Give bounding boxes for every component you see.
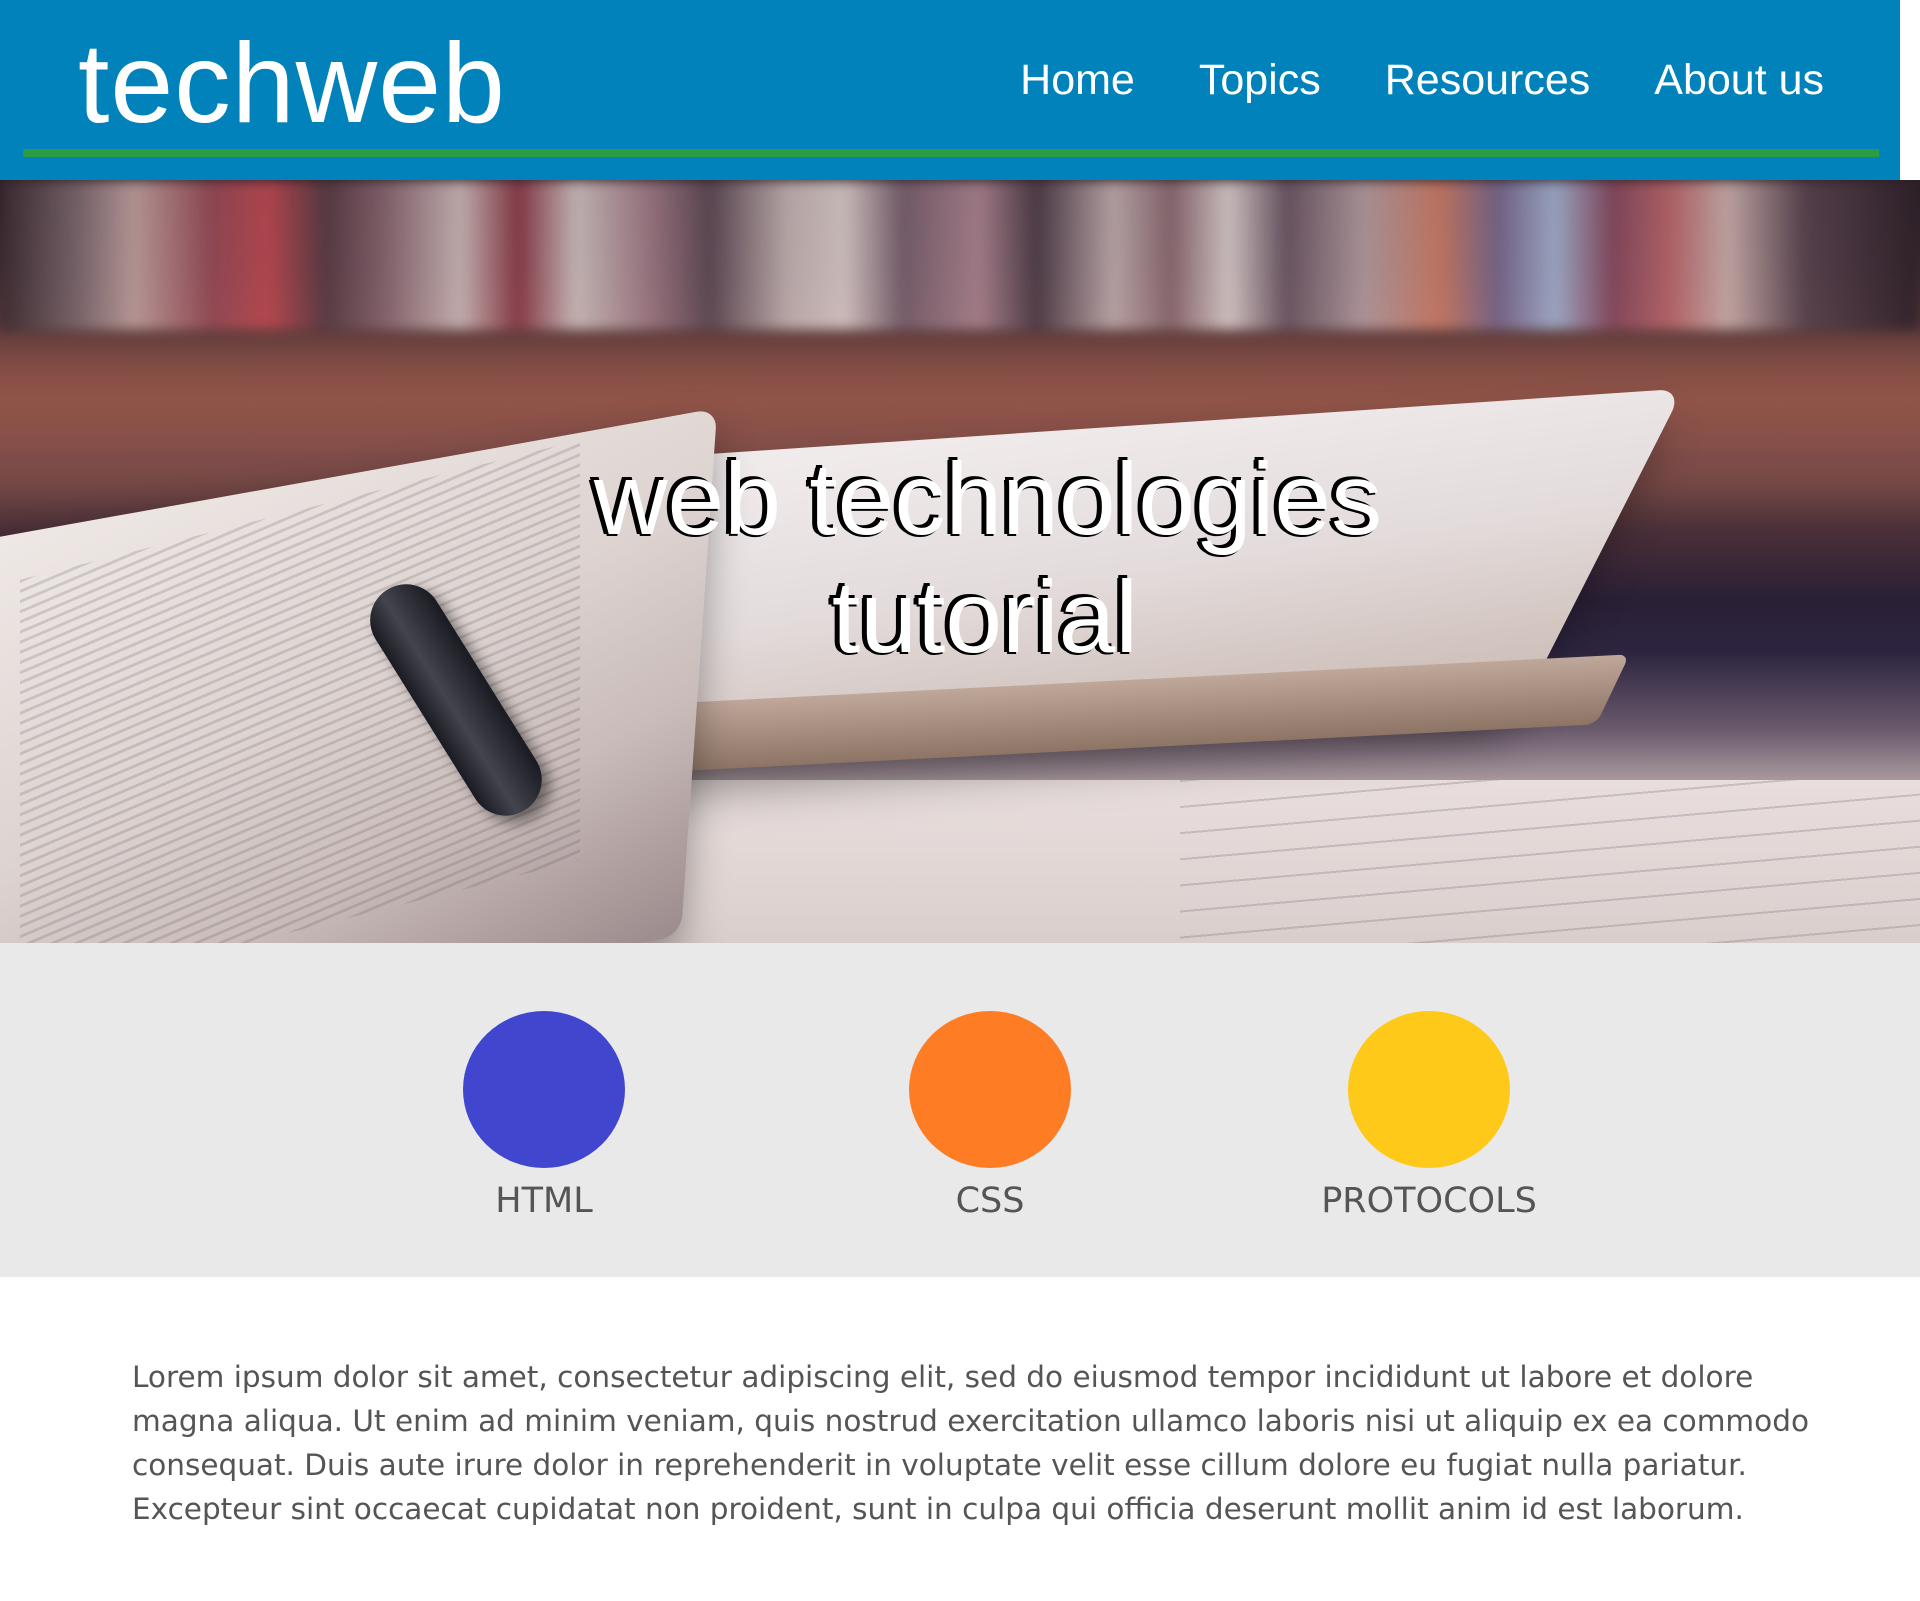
topic-css[interactable]: CSS (870, 1011, 1110, 1226)
topic-html-label: HTML (495, 1181, 593, 1221)
nav-resources[interactable]: Resources (1385, 50, 1591, 110)
hero-title-line-1: web technologies (593, 442, 1383, 556)
hero-bookshelf-background (0, 180, 1920, 330)
css-circle-icon (909, 1011, 1071, 1168)
main-nav: Home Topics Resources About us (1020, 50, 1824, 110)
intro-paragraph: Lorem ipsum dolor sit amet, consectetur … (132, 1360, 1809, 1526)
topic-css-label: CSS (955, 1181, 1025, 1221)
header-accent-line (23, 149, 1879, 157)
site-logo[interactable]: techweb (78, 18, 506, 148)
page: techweb Home Topics Resources About us w… (0, 0, 1920, 1601)
header-right-gutter (1900, 0, 1920, 180)
hero-title: web technologies tutorial (0, 440, 1920, 676)
hero-notebook-handwriting (1180, 780, 1920, 943)
topic-protocols-label: PROTOCOLS (1321, 1181, 1537, 1221)
nav-home[interactable]: Home (1020, 50, 1135, 110)
hero-title-line-2: tutorial (831, 560, 1139, 674)
topic-protocols[interactable]: PROTOCOLS (1309, 1011, 1549, 1226)
protocols-circle-icon (1348, 1011, 1510, 1168)
hero-banner: web technologies tutorial (0, 180, 1920, 943)
site-header: techweb Home Topics Resources About us (0, 0, 1900, 180)
nav-about-us[interactable]: About us (1654, 50, 1824, 110)
topic-html[interactable]: HTML (424, 1011, 664, 1226)
topics-section: HTML CSS PROTOCOLS (0, 943, 1920, 1277)
nav-topics[interactable]: Topics (1199, 50, 1321, 110)
html-circle-icon (463, 1011, 625, 1168)
